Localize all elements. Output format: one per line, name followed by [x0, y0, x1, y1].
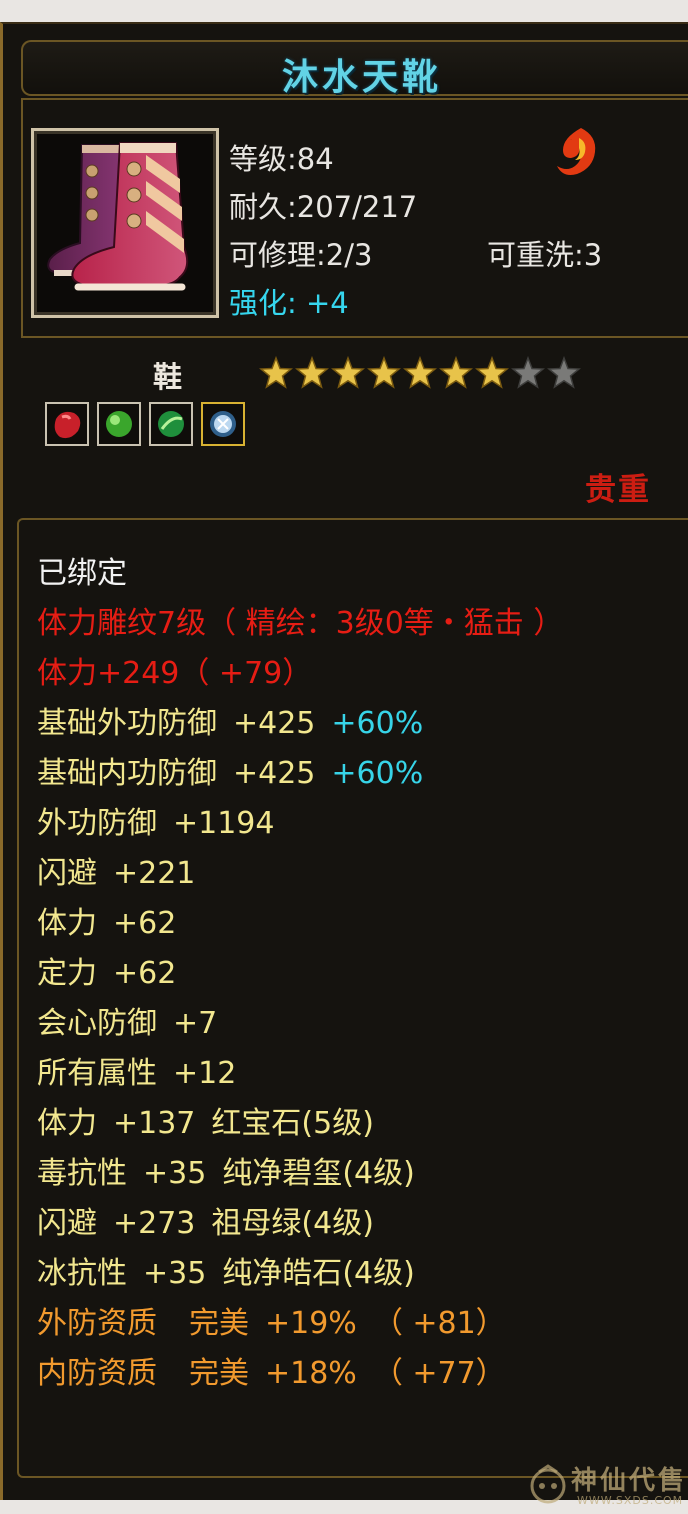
star-filled-icon: [295, 356, 329, 389]
aptitude-grade: 完美: [189, 1306, 249, 1341]
item-type: 鞋: [153, 360, 183, 394]
aptitude-bonus: （ +81）: [372, 1306, 506, 1341]
crit-def-line: 会心防御 +7: [37, 998, 217, 1042]
focus-line: 定力 +62: [37, 948, 176, 992]
attr-value: +425: [233, 706, 316, 741]
gem-stat-line: 体力 +137 红宝石(5级): [37, 1098, 374, 1142]
ext-def-line: 外功防御 +1194: [37, 798, 274, 842]
star-rating: [259, 356, 581, 390]
aptitude-label: 外防资质: [37, 1306, 157, 1341]
bound-status: 已绑定: [37, 556, 127, 591]
star-filled-icon: [331, 356, 365, 389]
star-filled-icon: [259, 356, 293, 389]
aptitude-ext-line: 外防资质 完美 +19% （ +81）: [37, 1298, 506, 1342]
red-gem-icon: [54, 411, 81, 439]
attr-value: +425: [233, 756, 316, 791]
gem-level: (4级): [342, 1256, 415, 1291]
star-empty-icon: [547, 356, 581, 389]
flame-emblem-icon: [557, 128, 596, 175]
item-icon-frame[interactable]: [31, 128, 219, 318]
star-filled-icon: [439, 356, 473, 389]
attr-value: +35: [143, 1156, 207, 1191]
attr-value: +221: [113, 856, 196, 891]
gem-slot-3[interactable]: [149, 402, 193, 446]
gem-name: 祖母绿: [211, 1206, 302, 1241]
attr-label: 会心防御: [37, 1006, 157, 1041]
watermark-title: 神仙代售: [571, 1466, 688, 1496]
attr-value: +7: [173, 1006, 218, 1041]
quality-label: 贵重: [585, 472, 651, 508]
item-tooltip: 沐水天靴 等级:84 耐久:207/217 可修理:2/3 可重洗:3 强化: …: [0, 22, 688, 1507]
attr-label: 体力: [37, 1106, 97, 1141]
item-rewashable: 可重洗:3: [487, 238, 603, 272]
attr-label: 闪避: [37, 856, 97, 891]
gem-stat-line: 毒抗性 +35 纯净碧玺(4级): [37, 1148, 415, 1192]
boots-icon: [47, 142, 189, 291]
attributes-panel: 已绑定 体力雕纹7级（ 精绘：3级0等・猛击 ） 体力+249（ +79） 基础…: [17, 518, 688, 1478]
attr-value: +62: [113, 956, 177, 991]
star-filled-icon: [403, 356, 437, 389]
attr-label: 定力: [37, 956, 97, 991]
item-name: 沐水天靴: [281, 57, 442, 98]
gem-name: 纯净碧玺: [222, 1156, 343, 1191]
aptitude-grade: 完美: [189, 1356, 249, 1391]
attr-value: +35: [143, 1256, 207, 1291]
gem-name: 红宝石: [211, 1106, 302, 1141]
item-enhance: 强化: +4: [229, 280, 349, 322]
attr-label: 闪避: [37, 1206, 97, 1241]
star-filled-icon: [367, 356, 401, 389]
base-int-def-line: 基础内功防御 +425 +60%: [37, 748, 423, 792]
attr-value: +273: [113, 1206, 196, 1241]
enhance-value: +4: [306, 286, 349, 320]
dodge-line: 闪避 +221: [37, 848, 195, 892]
gem-stat-line: 冰抗性 +35 纯净皓石(4级): [37, 1248, 415, 1292]
watermark-url: WWW.SXDS.COM: [577, 1494, 684, 1507]
engrave-stat-line: 体力+249（ +79）: [37, 656, 313, 691]
attr-value: +1194: [173, 806, 275, 841]
aptitude-int-line: 内防资质 完美 +18% （ +77）: [37, 1348, 506, 1392]
gem-level: (4级): [301, 1206, 374, 1241]
star-filled-icon: [475, 356, 509, 389]
aptitude-label: 内防资质: [37, 1356, 157, 1391]
gem-name: 纯净皓石: [222, 1256, 343, 1291]
attr-label: 冰抗性: [37, 1256, 127, 1291]
attr-label: 所有属性: [37, 1056, 157, 1091]
title-bar: 沐水天靴: [21, 40, 688, 98]
item-durability: 耐久:207/217: [229, 190, 418, 224]
gem-level: (4级): [342, 1156, 415, 1191]
engrave-line: 体力雕纹7级（ 精绘：3级0等・猛击 ）: [37, 606, 564, 641]
attr-label: 体力: [37, 906, 97, 941]
aptitude-bonus: （ +77）: [372, 1356, 506, 1391]
attr-label: 毒抗性: [37, 1156, 127, 1191]
stamina-line: 体力 +62: [37, 898, 176, 942]
attr-value: +62: [113, 906, 177, 941]
attr-label: 外功防御: [37, 806, 157, 841]
enhance-label: 强化:: [229, 286, 297, 320]
attr-percent: +60%: [331, 706, 424, 741]
aptitude-percent: +18%: [265, 1356, 357, 1391]
white-gem-icon: [210, 411, 236, 437]
gem-stat-line: 闪避 +273 祖母绿(4级): [37, 1198, 374, 1242]
attr-label: 基础外功防御: [37, 706, 217, 741]
gem-level: (5级): [301, 1106, 374, 1141]
aptitude-percent: +19%: [265, 1306, 357, 1341]
gem-slot-1[interactable]: [45, 402, 89, 446]
attr-percent: +60%: [331, 756, 424, 791]
star-empty-icon: [511, 356, 545, 389]
watermark: 神仙代售 WWW.SXDS.COM: [527, 1460, 688, 1514]
item-level: 等级:84: [229, 142, 334, 176]
gem-slots: [45, 402, 245, 446]
attr-value: +12: [173, 1056, 237, 1091]
green-gem-icon: [106, 411, 132, 437]
gem-slot-2[interactable]: [97, 402, 141, 446]
item-info-panel: 等级:84 耐久:207/217 可修理:2/3 可重洗:3 强化: +4: [21, 98, 688, 338]
attr-value: +137: [113, 1106, 196, 1141]
attr-label: 基础内功防御: [37, 756, 217, 791]
all-attr-line: 所有属性 +12: [37, 1048, 236, 1092]
base-ext-def-line: 基础外功防御 +425 +60%: [37, 698, 423, 742]
green-gem-icon: [158, 411, 184, 437]
item-repairable: 可修理:2/3: [229, 238, 373, 272]
gem-slot-4[interactable]: [201, 402, 245, 446]
